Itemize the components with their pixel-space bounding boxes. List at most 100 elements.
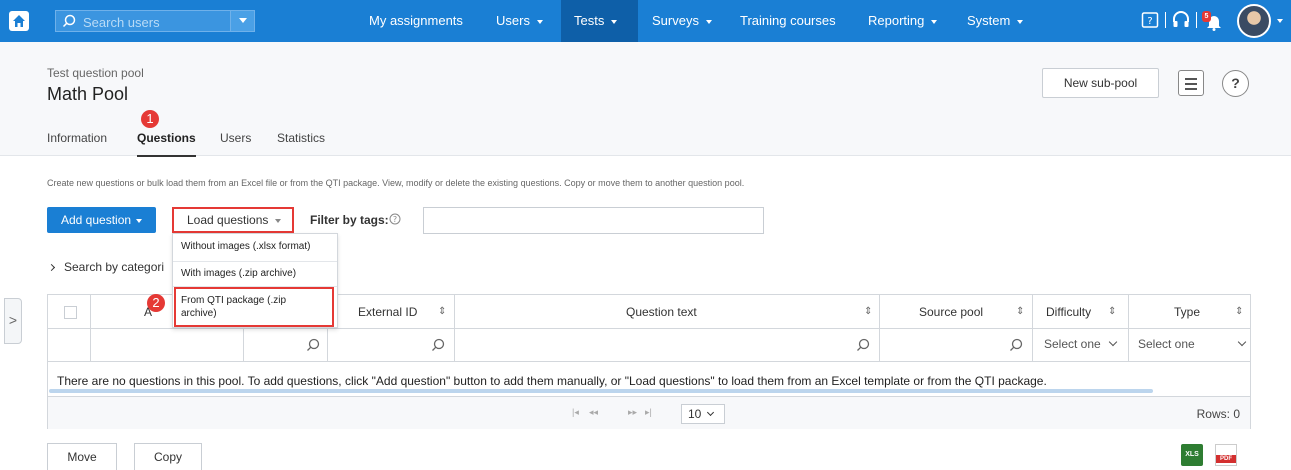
menu-item-with-images[interactable]: With images (.zip archive) bbox=[181, 268, 296, 279]
caret-down-icon bbox=[705, 19, 712, 24]
divider bbox=[1165, 12, 1166, 28]
sort-icon[interactable]: ⇕ bbox=[1016, 295, 1024, 329]
notification-badge: 5 bbox=[1202, 11, 1211, 22]
caret-down-icon bbox=[931, 19, 938, 24]
home-icon[interactable] bbox=[9, 11, 29, 31]
chevron-down-icon bbox=[1108, 337, 1117, 347]
column-header-external-id[interactable]: External ID bbox=[358, 295, 417, 329]
chevron-right-icon bbox=[47, 263, 56, 272]
filter-by-tags-input[interactable] bbox=[423, 207, 764, 234]
chevron-down-icon bbox=[239, 18, 247, 23]
button-label: Add question bbox=[61, 213, 132, 227]
book-question-icon[interactable]: ? bbox=[1141, 11, 1159, 29]
column-divider bbox=[90, 295, 91, 362]
page-subtitle: Test question pool bbox=[47, 66, 144, 80]
add-question-button[interactable]: Add question bbox=[47, 207, 156, 233]
search-placeholder: Search users bbox=[83, 15, 160, 30]
sort-icon[interactable]: ⇕ bbox=[438, 295, 446, 329]
nav-users[interactable]: Users bbox=[496, 0, 543, 42]
search-dropdown-button[interactable] bbox=[230, 11, 254, 31]
nav-tests[interactable]: Tests bbox=[561, 0, 638, 42]
filter-by-tags-label: Filter by tags: bbox=[310, 213, 389, 227]
move-button[interactable]: Move bbox=[47, 443, 117, 470]
button-label: Load questions bbox=[187, 213, 269, 227]
nav-surveys[interactable]: Surveys bbox=[652, 0, 712, 42]
column-header-type[interactable]: Type bbox=[1174, 295, 1200, 329]
chevron-down-icon bbox=[1237, 337, 1246, 347]
page-description: Create new questions or bulk load them f… bbox=[47, 178, 745, 188]
top-navigation-bar: Search users My assignments Users Tests … bbox=[0, 0, 1291, 42]
nav-label: Training courses bbox=[740, 13, 836, 28]
nav-label: System bbox=[967, 13, 1011, 28]
search-by-category-toggle[interactable]: Search by categori bbox=[47, 260, 165, 274]
sort-icon[interactable]: ⇕ bbox=[1235, 295, 1243, 329]
pdf-label: PDF bbox=[1216, 455, 1236, 463]
horizontal-scrollbar[interactable] bbox=[49, 389, 1153, 393]
help-button[interactable]: ? bbox=[1222, 70, 1249, 97]
nav-my-assignments[interactable]: My assignments bbox=[369, 0, 463, 42]
search-icon[interactable] bbox=[856, 338, 870, 352]
tab-users[interactable]: Users bbox=[220, 131, 251, 145]
search-icon bbox=[62, 14, 76, 28]
nav-label: Users bbox=[496, 13, 530, 28]
select-value: Select one bbox=[1044, 337, 1101, 351]
highlight-box bbox=[174, 287, 334, 327]
select-all-checkbox[interactable] bbox=[64, 306, 77, 319]
column-header-source-pool[interactable]: Source pool bbox=[919, 295, 983, 329]
tab-statistics[interactable]: Statistics bbox=[277, 131, 325, 145]
sort-icon[interactable]: ⇕ bbox=[864, 295, 872, 329]
first-page-icon[interactable]: |◂ bbox=[572, 407, 579, 418]
empty-table-message: There are no questions in this pool. To … bbox=[57, 374, 1047, 388]
next-page-icon[interactable]: ▸▸ bbox=[628, 407, 637, 418]
last-page-icon[interactable]: ▸| bbox=[645, 407, 652, 418]
type-filter-select[interactable]: Select one bbox=[1138, 337, 1246, 351]
copy-button[interactable]: Copy bbox=[134, 443, 202, 470]
difficulty-filter-select[interactable]: Select one bbox=[1044, 337, 1117, 351]
nav-label: My assignments bbox=[369, 13, 463, 28]
menu-item-without-images[interactable]: Without images (.xlsx format) bbox=[181, 241, 310, 252]
export-pdf-icon[interactable]: PDF bbox=[1215, 444, 1237, 466]
chevron-down-icon bbox=[707, 408, 715, 417]
step-marker-2: 2 bbox=[147, 294, 165, 312]
column-header-difficulty[interactable]: Difficulty bbox=[1046, 295, 1091, 329]
sort-icon[interactable]: ⇕ bbox=[1108, 295, 1116, 329]
info-icon[interactable]: ? bbox=[389, 213, 401, 225]
nav-training-courses[interactable]: Training courses bbox=[740, 0, 836, 42]
load-questions-button[interactable]: Load questions bbox=[172, 207, 294, 233]
divider bbox=[1196, 12, 1197, 28]
avatar[interactable] bbox=[1237, 4, 1271, 38]
tab-information[interactable]: Information bbox=[47, 131, 107, 145]
search-icon[interactable] bbox=[306, 338, 320, 352]
hamburger-menu-icon[interactable] bbox=[1178, 70, 1204, 96]
caret-down-icon[interactable] bbox=[1277, 19, 1283, 23]
toggle-label: Search by categori bbox=[64, 260, 165, 274]
previous-page-icon[interactable]: ◂◂ bbox=[589, 407, 598, 418]
caret-down-icon bbox=[536, 19, 543, 24]
load-questions-menu: Without images (.xlsx format) With image… bbox=[172, 233, 338, 328]
new-subpool-button[interactable]: New sub-pool bbox=[1042, 68, 1159, 98]
export-xls-icon[interactable]: XLS bbox=[1181, 444, 1203, 466]
page-size-select[interactable]: 10 bbox=[681, 404, 725, 424]
svg-text:?: ? bbox=[1147, 16, 1152, 27]
select-value: 10 bbox=[688, 407, 702, 421]
select-value: Select one bbox=[1138, 337, 1195, 351]
divider bbox=[173, 261, 337, 262]
page-header: Test question pool Math Pool Information… bbox=[0, 42, 1291, 157]
user-search-input[interactable]: Search users bbox=[55, 10, 255, 32]
headset-icon[interactable] bbox=[1172, 11, 1190, 29]
tab-questions[interactable]: Questions bbox=[137, 131, 196, 157]
side-panel-toggle[interactable]: > bbox=[4, 298, 22, 344]
search-icon[interactable] bbox=[1009, 338, 1023, 352]
nav-label: Surveys bbox=[652, 13, 699, 28]
step-marker-1: 1 bbox=[141, 110, 159, 128]
column-divider bbox=[1032, 295, 1033, 362]
column-divider bbox=[454, 295, 455, 362]
caret-down-icon bbox=[611, 19, 618, 24]
search-icon[interactable] bbox=[431, 338, 445, 352]
page-title: Math Pool bbox=[47, 84, 129, 104]
nav-reporting[interactable]: Reporting bbox=[868, 0, 938, 42]
nav-system[interactable]: System bbox=[967, 0, 1024, 42]
caret-down-icon bbox=[1017, 19, 1024, 24]
svg-text:?: ? bbox=[393, 215, 397, 224]
column-header-question-text[interactable]: Question text bbox=[626, 295, 697, 329]
